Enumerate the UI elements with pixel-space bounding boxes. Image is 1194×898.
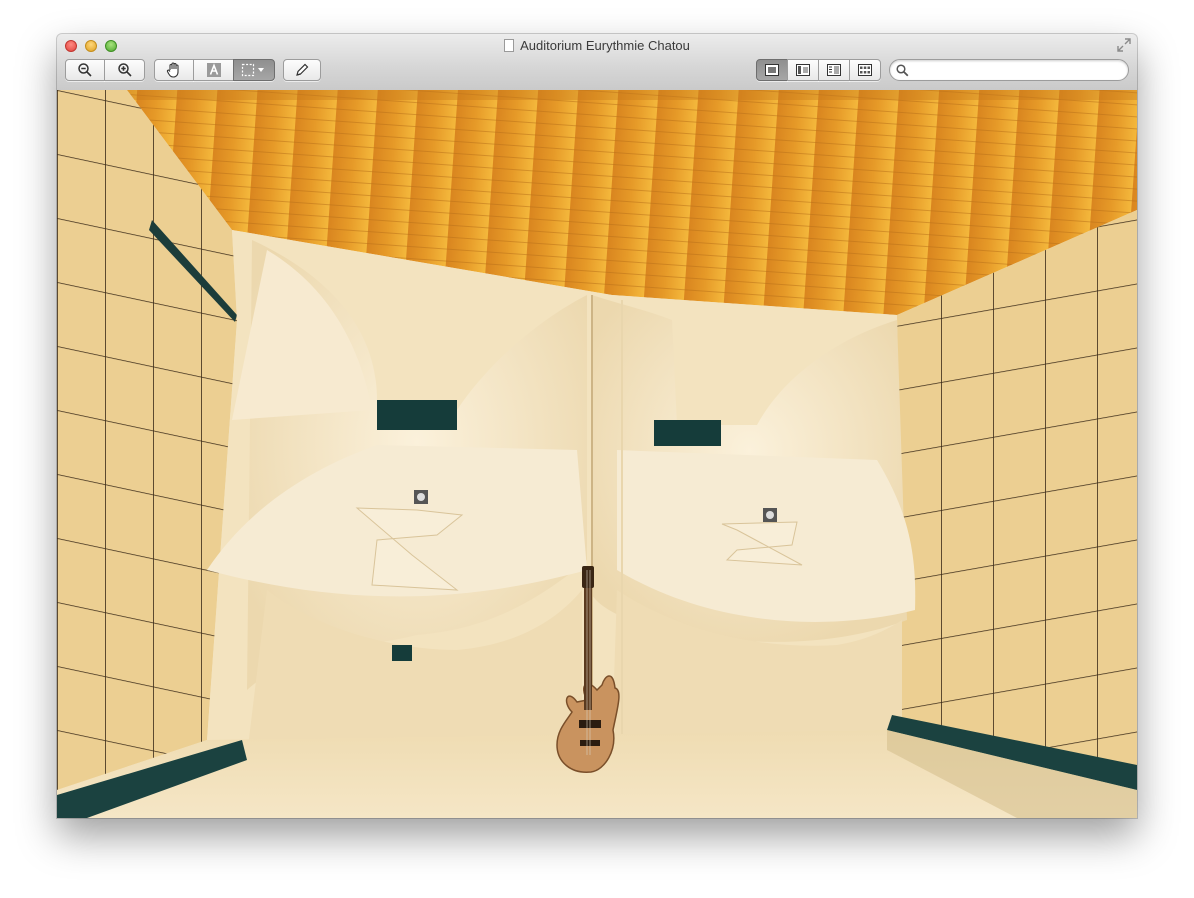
view-content-only-button[interactable] bbox=[756, 59, 788, 81]
view-thumbnails-button[interactable] bbox=[787, 59, 819, 81]
document-icon bbox=[504, 39, 515, 52]
rect-select-icon bbox=[241, 63, 267, 77]
text-tool-button[interactable] bbox=[193, 59, 234, 81]
view-contact-sheet-button[interactable] bbox=[849, 59, 881, 81]
auditorium-photo bbox=[57, 90, 1137, 818]
zoom-in-icon bbox=[117, 62, 133, 78]
preview-window: Auditorium Eurythmie Chatou bbox=[57, 34, 1137, 818]
window-title: Auditorium Eurythmie Chatou bbox=[520, 38, 690, 53]
window-title-wrap: Auditorium Eurythmie Chatou bbox=[57, 37, 1137, 55]
select-tool-button[interactable] bbox=[233, 59, 275, 81]
view-toc-button[interactable] bbox=[818, 59, 850, 81]
zoom-in-button[interactable] bbox=[104, 59, 145, 81]
fullscreen-icon[interactable] bbox=[1117, 38, 1131, 52]
annotate-button[interactable] bbox=[283, 59, 321, 81]
thumbnails-icon bbox=[796, 64, 810, 76]
zoom-out-button[interactable] bbox=[65, 59, 105, 81]
hand-icon bbox=[165, 61, 183, 79]
move-tool-button[interactable] bbox=[154, 59, 194, 81]
content-only-icon bbox=[765, 64, 779, 76]
table-of-contents-icon bbox=[827, 64, 841, 76]
text-select-icon bbox=[206, 62, 222, 78]
image-viewer[interactable] bbox=[57, 90, 1137, 818]
zoom-out-icon bbox=[77, 62, 93, 78]
search-input[interactable] bbox=[912, 62, 1124, 80]
pencil-icon bbox=[294, 62, 310, 78]
title-bar[interactable]: Auditorium Eurythmie Chatou bbox=[57, 34, 1137, 91]
search-field[interactable] bbox=[889, 59, 1129, 81]
contact-sheet-icon bbox=[858, 64, 872, 76]
